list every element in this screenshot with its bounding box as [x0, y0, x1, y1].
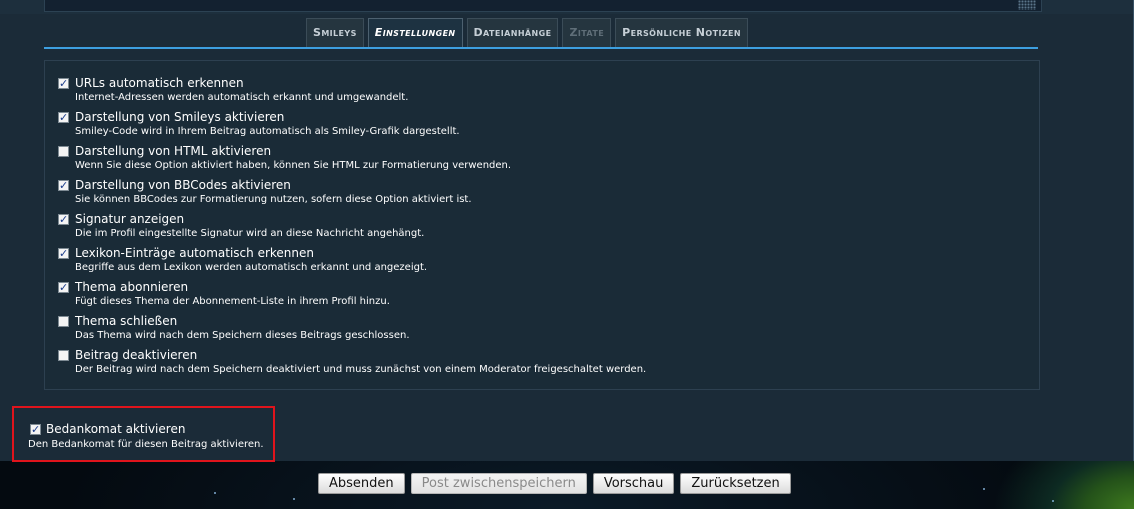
reset-button[interactable]: Zurücksetzen	[680, 473, 791, 494]
option-label[interactable]: Lexikon-Einträge automatisch erkennen	[75, 246, 314, 260]
checkbox-deaktivieren[interactable]	[58, 350, 69, 361]
checkbox-abonnieren[interactable]: ✓	[58, 282, 69, 293]
option-description: Wenn Sie diese Option aktiviert haben, k…	[75, 160, 512, 171]
tab-dateianhaenge[interactable]: Dateianhänge	[466, 18, 559, 47]
checkbox-schliessen[interactable]	[58, 316, 69, 327]
option-description: Internet-Adressen werden automatisch erk…	[75, 92, 409, 103]
option-description: Begriffe aus dem Lexikon werden automati…	[75, 262, 428, 273]
post-form-frame: Smileys Einstellungen Dateianhänge Zitat…	[0, 0, 1134, 462]
star	[214, 492, 216, 494]
option-description: Sie können BBCodes zur Formatierung nutz…	[75, 194, 472, 205]
star	[293, 498, 295, 500]
option-description: Der Beitrag wird nach dem Speichern deak…	[75, 364, 647, 375]
option-label[interactable]: Darstellung von BBCodes aktivieren	[75, 178, 291, 192]
tab-underline	[44, 47, 1038, 49]
option-label[interactable]: Darstellung von Smileys aktivieren	[75, 110, 284, 124]
option-label[interactable]: Thema abonnieren	[75, 280, 188, 294]
checkbox-bbcodes[interactable]: ✓	[58, 180, 69, 191]
checkbox-smileys[interactable]: ✓	[58, 112, 69, 123]
form-buttons: Absenden Post zwischenspeichern Vorschau…	[318, 473, 791, 494]
text-editor-bottom[interactable]	[44, 0, 1042, 12]
option-label[interactable]: URLs automatisch erkennen	[75, 76, 244, 90]
checkbox-html[interactable]	[58, 146, 69, 157]
option-label[interactable]: Thema schließen	[75, 314, 177, 328]
option-description: Fügt dieses Thema der Abonnement-Liste i…	[75, 296, 390, 307]
preview-button[interactable]: Vorschau	[592, 473, 675, 494]
star	[983, 488, 985, 490]
checkbox-bedankomat[interactable]: ✓	[30, 424, 41, 435]
tab-einstellungen[interactable]: Einstellungen	[367, 18, 463, 49]
option-label[interactable]: Signatur anzeigen	[75, 212, 184, 226]
options-tab-bar: Smileys Einstellungen Dateianhänge Zitat…	[306, 18, 749, 49]
option-description: Smiley-Code wird in Ihrem Beitrag automa…	[75, 126, 460, 137]
tab-zitate: Zitate	[562, 18, 612, 47]
save-draft-button: Post zwischenspeichern	[410, 473, 587, 494]
option-description: Das Thema wird nach dem Speichern dieses…	[75, 330, 410, 341]
checkbox-urls[interactable]: ✓	[58, 78, 69, 89]
checkbox-lexikon[interactable]: ✓	[58, 248, 69, 259]
bedankomat-highlight: ✓ Bedankomat aktivieren Den Bedankomat f…	[12, 406, 275, 462]
tab-persoenliche-notizen[interactable]: Persönliche Notizen	[615, 18, 749, 47]
option-label[interactable]: Beitrag deaktivieren	[75, 348, 197, 362]
submit-button[interactable]: Absenden	[318, 473, 405, 494]
checkbox-signatur[interactable]: ✓	[58, 214, 69, 225]
tab-smileys[interactable]: Smileys	[306, 18, 364, 47]
option-label[interactable]: Darstellung von HTML aktivieren	[75, 144, 271, 158]
settings-panel: ✓ URLs automatisch erkennen Internet-Adr…	[44, 60, 1040, 390]
bedankomat-description: Den Bedankomat für diesen Beitrag aktivi…	[28, 439, 264, 450]
resize-grip-icon[interactable]	[1018, 0, 1036, 10]
option-description: Die im Profil eingestellte Signatur wird…	[75, 228, 425, 239]
star	[1052, 500, 1054, 502]
bedankomat-label[interactable]: Bedankomat aktivieren	[46, 422, 185, 436]
